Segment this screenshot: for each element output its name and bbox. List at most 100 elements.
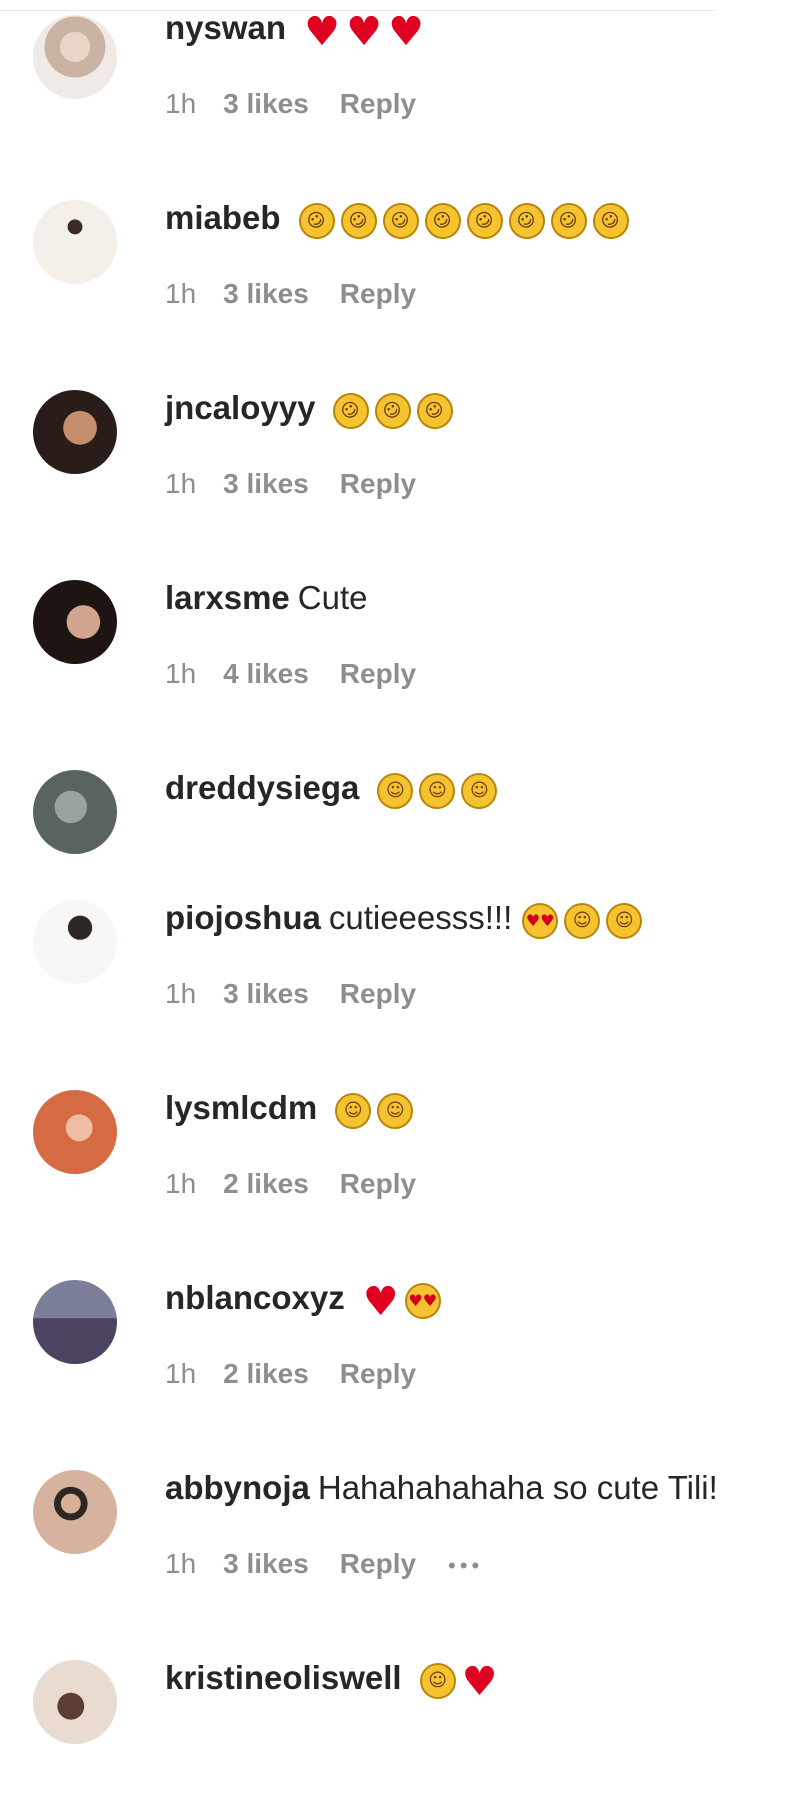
avatar[interactable]	[33, 580, 117, 664]
rofl-emoji-icon: ☺	[543, 196, 594, 247]
username-link[interactable]: dreddysiega	[165, 769, 359, 806]
comment-text: Cute	[297, 579, 368, 616]
username-link[interactable]: kristineoliswell	[165, 1659, 402, 1696]
avatar[interactable]	[33, 1090, 117, 1174]
avatar[interactable]	[33, 1660, 117, 1744]
likes-count-button[interactable]: 3 likes	[223, 88, 309, 119]
rofl-emoji-icon: ☺	[417, 196, 468, 247]
rofl-emoji-icon: ☺	[375, 196, 426, 247]
emoji-group: ☺ ♥	[419, 1659, 504, 1706]
emoji-group: ☺ ☺ ☺	[326, 386, 461, 437]
username-link[interactable]: lysmlcdm	[165, 1089, 317, 1126]
likes-count-button[interactable]: 2 likes	[223, 1168, 309, 1199]
comment-item: miabeb ☺ ☺ ☺ ☺ ☺ ☺ ☺ ☺ 1h 3 likes Reply	[0, 190, 800, 360]
comment-time: 1h	[165, 88, 197, 119]
comment-time: 1h	[165, 1358, 197, 1389]
rofl-emoji-icon: ☺	[410, 386, 461, 437]
username-link[interactable]: larxsme	[165, 579, 290, 616]
comment-item: larxsme Cute 1h 4 likes Reply	[0, 570, 800, 740]
reply-button[interactable]: Reply	[340, 88, 416, 119]
avatar[interactable]	[33, 1470, 117, 1554]
likes-count-button[interactable]: 3 likes	[223, 468, 309, 499]
comment-body: lysmlcdm ☺ ☺	[165, 1089, 419, 1130]
avatar[interactable]	[33, 1280, 117, 1364]
reply-button[interactable]: Reply	[340, 278, 416, 309]
comment-body: abbynoja Hahahahahaha so cute Tili!	[165, 1470, 718, 1506]
comment-meta: 1h 2 likes Reply	[165, 1358, 416, 1390]
rofl-emoji-icon: ☺	[333, 196, 384, 247]
comment-body: kristineoliswell ☺ ♥	[165, 1659, 504, 1706]
heart-emoji-icon: ♥	[461, 1659, 498, 1706]
comment-meta: 1h 4 likes Reply	[165, 658, 416, 690]
comment-body: larxsme Cute	[165, 580, 367, 616]
avatar[interactable]	[33, 390, 117, 474]
reply-button[interactable]: Reply	[340, 978, 416, 1009]
comment-item: piojoshua cutieeesss!!! ♥♥ ☺ ☺ 1h 3 likes Reply	[0, 890, 800, 1060]
hearteyes-emoji-icon: ♥♥	[522, 903, 559, 940]
comment-item: jncaloyyy ☺ ☺ ☺ 1h 3 likes Reply	[0, 380, 800, 550]
username-link[interactable]: miabeb	[165, 199, 281, 236]
comments-list: nyswan ♥ ♥ ♥ 1h 3 likes Reply miabeb ☺ ☺ ☺ ☺ ☺ ☺ ☺ ☺ 1h 3…	[0, 0, 800, 1756]
likes-count-button[interactable]: 3 likes	[223, 978, 309, 1009]
avatar[interactable]	[33, 200, 117, 284]
comment-item: nblancoxyz ♥ ♥♥ 1h 2 likes Reply	[0, 1270, 800, 1440]
comment-time: 1h	[165, 278, 197, 309]
laugh-emoji-icon: ☺	[606, 903, 643, 940]
comment-meta: 1h 3 likes Reply •••	[165, 1548, 483, 1580]
avatar[interactable]	[33, 770, 117, 854]
reply-button[interactable]: Reply	[340, 468, 416, 499]
likes-count-button[interactable]: 2 likes	[223, 1358, 309, 1389]
comment-item: kristineoliswell ☺ ♥	[0, 1650, 800, 1820]
username-link[interactable]: piojoshua	[165, 899, 321, 936]
comment-item: lysmlcdm ☺ ☺ 1h 2 likes Reply	[0, 1080, 800, 1250]
emoji-group: ☺ ☺ ☺	[377, 771, 503, 810]
heart-emoji-icon: ♥	[388, 9, 424, 56]
reply-button[interactable]: Reply	[340, 658, 416, 689]
comment-time: 1h	[165, 468, 197, 499]
rofl-emoji-icon: ☺	[368, 386, 419, 437]
comment-time: 1h	[165, 978, 197, 1009]
emoji-group: ☺ ☺ ☺ ☺ ☺ ☺ ☺ ☺	[291, 196, 636, 247]
heart-emoji-icon: ♥	[362, 1279, 399, 1326]
laugh-emoji-icon: ☺	[377, 773, 414, 810]
likes-count-button[interactable]: 3 likes	[223, 1548, 309, 1579]
emoji-group: ♥♥♥	[304, 9, 430, 56]
heart-emoji-icon: ♥	[304, 9, 340, 56]
laugh-emoji-icon: ☺	[335, 1093, 372, 1130]
username-link[interactable]: abbynoja	[165, 1469, 310, 1506]
laugh-emoji-icon: ☺	[461, 773, 498, 810]
laugh-emoji-icon: ☺	[377, 1093, 414, 1130]
laugh-emoji-icon: ☺	[564, 903, 601, 940]
reply-button[interactable]: Reply	[340, 1358, 416, 1389]
likes-count-button[interactable]: 4 likes	[223, 658, 309, 689]
rofl-emoji-icon: ☺	[501, 196, 552, 247]
avatar[interactable]	[33, 15, 117, 99]
hearteyes-emoji-icon: ♥♥	[404, 1283, 441, 1320]
emoji-group: ♥♥♥	[362, 1279, 447, 1326]
rofl-emoji-icon: ☺	[459, 196, 510, 247]
comment-body: miabeb ☺ ☺ ☺ ☺ ☺ ☺ ☺ ☺	[165, 196, 636, 247]
rofl-emoji-icon: ☺	[326, 386, 377, 437]
comment-meta: 1h 3 likes Reply	[165, 278, 416, 310]
comment-item: abbynoja Hahahahahaha so cute Tili! 1h 3 li…	[0, 1460, 800, 1630]
comment-time: 1h	[165, 1548, 197, 1579]
comment-text: cutieeesss!!!	[328, 899, 513, 936]
likes-count-button[interactable]: 3 likes	[223, 278, 309, 309]
laugh-emoji-icon: ☺	[419, 1663, 456, 1700]
comment-body: dreddysiega ☺ ☺ ☺	[165, 769, 503, 810]
rofl-emoji-icon: ☺	[291, 196, 342, 247]
username-link[interactable]: jncaloyyy	[165, 389, 315, 426]
comment-item: nyswan ♥ ♥ ♥ 1h 3 likes Reply	[0, 0, 800, 170]
emoji-group: ☺ ☺	[335, 1091, 419, 1130]
comment-meta: 1h 3 likes Reply	[165, 978, 416, 1010]
heart-emoji-icon: ♥	[346, 9, 382, 56]
more-options-icon[interactable]: •••	[448, 1553, 483, 1578]
reply-button[interactable]: Reply	[340, 1168, 416, 1199]
avatar[interactable]	[33, 900, 117, 984]
comment-time: 1h	[165, 658, 197, 689]
username-link[interactable]: nblancoxyz	[165, 1279, 345, 1316]
username-link[interactable]: nyswan	[165, 9, 286, 46]
rofl-emoji-icon: ☺	[585, 196, 636, 247]
reply-button[interactable]: Reply	[340, 1548, 416, 1579]
comment-meta: 1h 3 likes Reply	[165, 468, 416, 500]
